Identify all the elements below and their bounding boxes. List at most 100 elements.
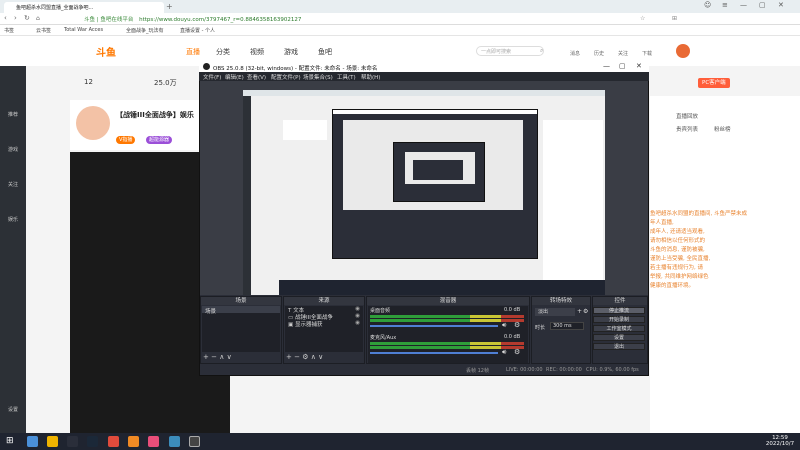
- menu-icon[interactable]: ≡: [722, 1, 728, 9]
- bookmark-item[interactable]: 书签: [4, 27, 14, 34]
- move-down-icon[interactable]: ∨: [227, 353, 232, 361]
- move-up-icon[interactable]: ∧: [219, 353, 224, 361]
- taskbar-app-icon[interactable]: [47, 436, 58, 447]
- bookmark-item[interactable]: 全面战争_玩法有: [126, 27, 164, 34]
- obs-close-button[interactable]: ✕: [636, 62, 642, 70]
- rail-settings[interactable]: 设置: [2, 406, 24, 413]
- source-item[interactable]: ▭ 战锤III全面战争 ◉: [285, 313, 363, 321]
- menu-edit[interactable]: 编辑(E): [225, 73, 244, 81]
- menu-view[interactable]: 查看(V): [247, 73, 266, 81]
- settings-button[interactable]: 设置: [593, 334, 645, 341]
- move-down-icon[interactable]: ∨: [318, 353, 323, 361]
- steam-icon[interactable]: [87, 436, 98, 447]
- menu-help[interactable]: 帮助(H): [361, 73, 380, 81]
- duration-input[interactable]: 300 ms: [550, 322, 584, 330]
- header-history[interactable]: 历史: [594, 50, 604, 57]
- visibility-icon[interactable]: ◉: [355, 306, 360, 312]
- source-item[interactable]: T 文本 ◉: [285, 306, 363, 314]
- nav-video[interactable]: 视频: [250, 47, 264, 57]
- start-recording-button[interactable]: 开始录制: [593, 316, 645, 323]
- search-icon[interactable]: ⌕: [540, 47, 543, 55]
- bookmark-item[interactable]: 云书签: [36, 27, 51, 34]
- header-follow[interactable]: 关注: [618, 50, 628, 57]
- mixer-channel-name: 桌面音频: [370, 308, 391, 314]
- nav-live[interactable]: 直播: [186, 47, 200, 57]
- speaker-icon[interactable]: 🔊︎: [502, 348, 506, 357]
- browser-tab[interactable]: 鱼吧超杀水同盟直播_全面战争吧...: [4, 2, 164, 13]
- rail-recommend[interactable]: 推荐: [2, 111, 24, 118]
- remove-icon[interactable]: −: [211, 353, 217, 361]
- room-tag[interactable]: 超能源器: [146, 136, 173, 144]
- forward-icon[interactable]: ›: [14, 14, 17, 22]
- header-message[interactable]: 消息: [570, 50, 580, 57]
- rail-game[interactable]: 游戏: [2, 146, 24, 153]
- pc-client-button[interactable]: PC客户端: [698, 78, 730, 88]
- volume-slider[interactable]: [370, 325, 498, 327]
- site-logo[interactable]: 斗鱼: [96, 44, 116, 59]
- maximize-button[interactable]: ▢: [759, 1, 766, 9]
- menu-scene-collection[interactable]: 场景集合(S): [303, 73, 333, 81]
- stop-streaming-button[interactable]: 停止推流: [593, 307, 645, 314]
- studio-mode-button[interactable]: 工作室模式: [593, 325, 645, 332]
- cpu-usage: CPU: 0.9%, 60.00 fps: [586, 367, 639, 373]
- add-icon[interactable]: +: [577, 308, 582, 315]
- star-icon[interactable]: ☆: [640, 15, 645, 22]
- minimize-button[interactable]: —: [740, 1, 747, 9]
- extension-icon[interactable]: ⊞: [672, 15, 677, 22]
- taskbar-app-icon[interactable]: [148, 436, 159, 447]
- taskbar-app-icon[interactable]: [128, 436, 139, 447]
- chat-tab[interactable]: 粉丝榜: [714, 125, 731, 133]
- reload-icon[interactable]: ↻: [24, 14, 30, 22]
- rail-follow[interactable]: 关注: [2, 181, 24, 188]
- volume-meter: [370, 346, 524, 349]
- add-icon[interactable]: +: [286, 353, 292, 361]
- taskbar-app-icon[interactable]: [108, 436, 119, 447]
- remove-icon[interactable]: −: [294, 353, 300, 361]
- taskbar-app-icon[interactable]: [27, 436, 38, 447]
- taskbar-app-icon[interactable]: [67, 436, 78, 447]
- obs-maximize-button[interactable]: ▢: [619, 62, 626, 70]
- browser-taskbar-icon[interactable]: [169, 436, 180, 447]
- menu-tools[interactable]: 工具(T): [337, 73, 356, 81]
- avatar[interactable]: [676, 44, 690, 58]
- obs-taskbar-icon[interactable]: [189, 436, 200, 447]
- bookmark-item[interactable]: Total War Acces: [64, 27, 103, 33]
- back-icon[interactable]: ‹: [4, 14, 7, 22]
- menu-file[interactable]: 文件(F): [203, 73, 221, 81]
- source-item[interactable]: ▣ 显示器捕获 ◉: [285, 320, 363, 328]
- exit-button[interactable]: 退出: [593, 343, 645, 350]
- scene-item[interactable]: 场景: [202, 306, 280, 315]
- speaker-icon[interactable]: 🔊︎: [502, 321, 506, 330]
- nav-category[interactable]: 分类: [216, 47, 230, 57]
- gear-icon[interactable]: ⚙: [302, 353, 308, 361]
- nav-yuba[interactable]: 鱼吧: [318, 47, 332, 57]
- rail-entertainment[interactable]: 娱乐: [2, 216, 24, 223]
- search-input[interactable]: 一点即可搜索: [476, 46, 544, 56]
- transition-select[interactable]: 淡出: [535, 308, 575, 316]
- url-field[interactable]: 斗鱼 | 鱼吧在线平台 https://www.douyu.com/379746…: [84, 15, 564, 24]
- close-button[interactable]: ✕: [778, 1, 784, 9]
- volume-slider[interactable]: [370, 352, 498, 354]
- user-icon[interactable]: ☺: [704, 1, 711, 9]
- gear-icon[interactable]: ⚙: [514, 321, 520, 329]
- header-download[interactable]: 下载: [642, 50, 652, 57]
- visibility-icon[interactable]: ◉: [355, 320, 360, 326]
- chat-tab[interactable]: 直播回放: [676, 112, 698, 120]
- obs-minimize-button[interactable]: —: [603, 62, 610, 70]
- new-tab-button[interactable]: +: [166, 2, 173, 11]
- gear-icon[interactable]: ⚙: [514, 348, 520, 356]
- menu-profile[interactable]: 配置文件(P): [271, 73, 301, 81]
- clock[interactable]: 12:59 2022/10/7: [762, 435, 798, 447]
- streamer-avatar[interactable]: [76, 106, 110, 140]
- home-icon[interactable]: ⌂: [36, 15, 40, 22]
- nav-game[interactable]: 游戏: [284, 47, 298, 57]
- chat-tab[interactable]: 贵宾列表: [676, 125, 698, 133]
- browser-tab-label: 鱼吧超杀水同盟直播_全面战争吧...: [16, 5, 94, 11]
- bookmark-item[interactable]: 直播设置 - 个人: [180, 27, 215, 34]
- visibility-icon[interactable]: ◉: [355, 313, 360, 319]
- gear-icon[interactable]: ⚙: [583, 308, 588, 315]
- captured-chat: [543, 120, 603, 290]
- start-icon[interactable]: ⊞: [6, 436, 14, 446]
- move-up-icon[interactable]: ∧: [311, 353, 316, 361]
- add-icon[interactable]: +: [203, 353, 209, 361]
